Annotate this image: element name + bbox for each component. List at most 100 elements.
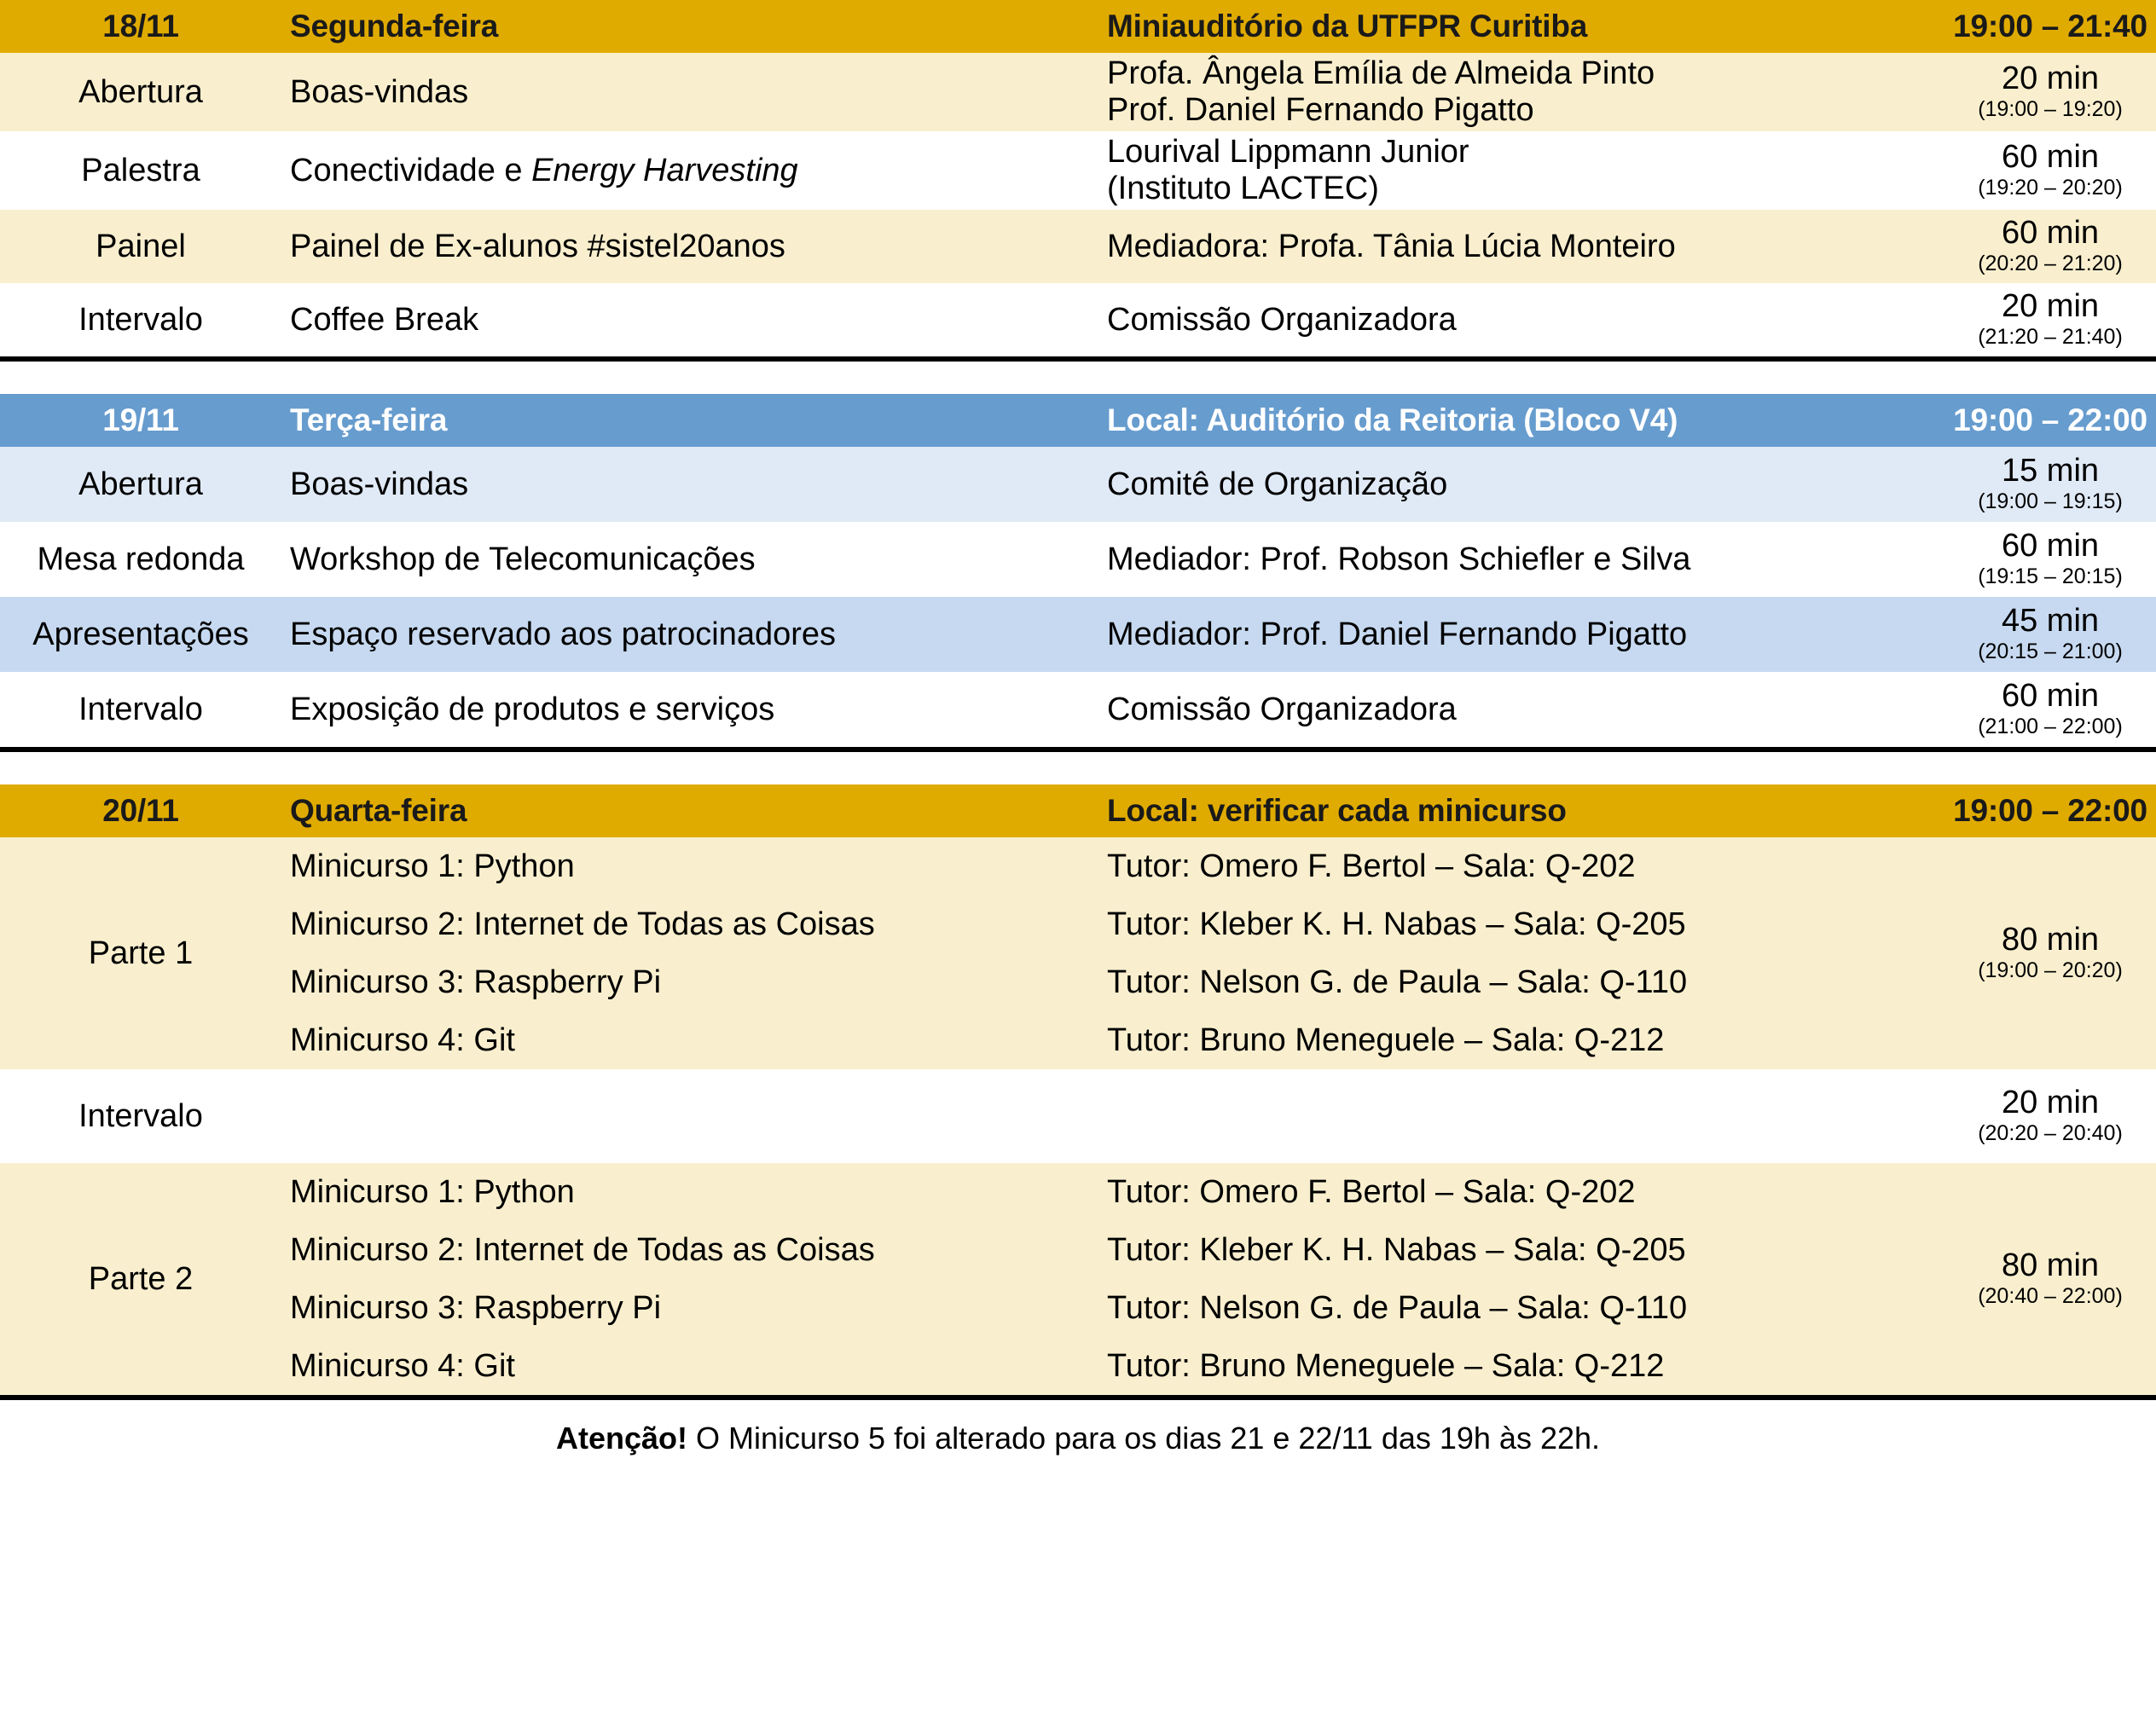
table-row: Palestra Conectividade e Energy Harvesti… <box>0 131 2156 210</box>
table-row: Intervalo 20 min (20:20 – 20:40) <box>0 1069 2156 1163</box>
row-time: 80 min (20:40 – 22:00) <box>1944 1163 2156 1395</box>
table-row: Intervalo Coffee Break Comissão Organiza… <box>0 283 2156 356</box>
table-row: Parte 2 Minicurso 1: Python Minicurso 2:… <box>0 1163 2156 1395</box>
row-type: Abertura <box>0 53 281 131</box>
row-time: 15 min (19:00 – 19:15) <box>1944 447 2156 522</box>
day1-place: Miniauditório da UTFPR Curitiba <box>1100 0 1944 53</box>
course-title: Minicurso 3: Raspberry Pi <box>290 964 662 1000</box>
row-courses-titles: Minicurso 1: Python Minicurso 2: Interne… <box>281 1163 1100 1395</box>
day2-date: 19/11 <box>0 394 281 447</box>
who-line: Prof. Daniel Fernando Pigatto <box>1107 92 1534 128</box>
row-span: (20:40 – 22:00) <box>1978 1283 2123 1308</box>
table-row: Abertura Boas-vindas Profa. Ângela Emíli… <box>0 53 2156 131</box>
row-title <box>281 1069 1100 1163</box>
day2-time: 19:00 – 22:00 <box>1944 394 2156 447</box>
course-tutor: Tutor: Kleber K. H. Nabas – Sala: Q-205 <box>1107 906 1686 942</box>
who-line: Lourival Lippmann Junior <box>1107 134 1469 171</box>
section-gap <box>0 752 2156 784</box>
row-type: Palestra <box>0 131 281 210</box>
day2-header-row: 19/11 Terça-feira Local: Auditório da Re… <box>0 394 2156 447</box>
row-time: 60 min (19:20 – 20:20) <box>1944 131 2156 210</box>
row-who <box>1100 1069 1944 1163</box>
schedule-page: 18/11 Segunda-feira Miniauditório da UTF… <box>0 0 2156 1719</box>
course-title: Minicurso 1: Python <box>290 848 575 884</box>
row-time: 45 min (20:15 – 21:00) <box>1944 597 2156 672</box>
day2-place: Local: Auditório da Reitoria (Bloco V4) <box>1100 394 1944 447</box>
row-title: Painel de Ex-alunos #sistel20anos <box>281 210 1100 283</box>
row-span: (19:15 – 20:15) <box>1978 564 2123 588</box>
row-type: Parte 1 <box>0 837 281 1069</box>
row-title: Conectividade e Energy Harvesting <box>281 131 1100 210</box>
row-span: (20:15 – 21:00) <box>1978 639 2123 663</box>
row-who: Mediador: Prof. Daniel Fernando Pigatto <box>1100 597 1944 672</box>
row-duration: 45 min <box>2001 603 2100 640</box>
table-row: Painel Painel de Ex-alunos #sistel20anos… <box>0 210 2156 283</box>
day3-place: Local: verificar cada minicurso <box>1100 784 1944 837</box>
schedule-table-day3: 20/11 Quarta-feira Local: verificar cada… <box>0 784 2156 1395</box>
row-title: Espaço reservado aos patrocinadores <box>281 597 1100 672</box>
row-duration: 20 min <box>2001 288 2100 325</box>
course-title: Minicurso 4: Git <box>290 1022 515 1058</box>
row-type: Apresentações <box>0 597 281 672</box>
day1-date: 18/11 <box>0 0 281 53</box>
row-courses-titles: Minicurso 1: Python Minicurso 2: Interne… <box>281 837 1100 1069</box>
row-duration: 60 min <box>2001 678 2100 715</box>
attention-note: Atenção! O Minicurso 5 foi alterado para… <box>0 1400 2156 1456</box>
row-who: Comitê de Organização <box>1100 447 1944 522</box>
who-line: Mediadora: Profa. Tânia Lúcia Monteiro <box>1107 228 1676 264</box>
row-span: (19:00 – 19:15) <box>1978 489 2123 513</box>
who-line: Comissão Organizadora <box>1107 691 1457 727</box>
row-courses-tutors: Tutor: Omero F. Bertol – Sala: Q-202 Tut… <box>1100 1163 1944 1395</box>
row-duration: 20 min <box>2001 1085 2100 1121</box>
table-row: Parte 1 Minicurso 1: Python Minicurso 2:… <box>0 837 2156 1069</box>
row-duration: 60 min <box>2001 139 2100 176</box>
row-type: Abertura <box>0 447 281 522</box>
row-type: Intervalo <box>0 672 281 747</box>
row-time: 60 min (20:20 – 21:20) <box>1944 210 2156 283</box>
who-line: Profa. Ângela Emília de Almeida Pinto <box>1107 55 1655 92</box>
day3-header-row: 20/11 Quarta-feira Local: verificar cada… <box>0 784 2156 837</box>
row-type: Painel <box>0 210 281 283</box>
course-title: Minicurso 1: Python <box>290 1174 575 1210</box>
course-tutor: Tutor: Bruno Meneguele – Sala: Q-212 <box>1107 1348 1665 1384</box>
course-tutor: Tutor: Omero F. Bertol – Sala: Q-202 <box>1107 1174 1636 1210</box>
row-span: (21:20 – 21:40) <box>1978 324 2123 349</box>
row-type: Parte 2 <box>0 1163 281 1395</box>
row-title: Boas-vindas <box>281 447 1100 522</box>
schedule-table-day1: 18/11 Segunda-feira Miniauditório da UTF… <box>0 0 2156 356</box>
row-courses-tutors: Tutor: Omero F. Bertol – Sala: Q-202 Tut… <box>1100 837 1944 1069</box>
row-duration: 80 min <box>2001 922 2100 958</box>
row-who: Mediadora: Profa. Tânia Lúcia Monteiro <box>1100 210 1944 283</box>
row-time: 60 min (19:15 – 20:15) <box>1944 522 2156 597</box>
row-title: Coffee Break <box>281 283 1100 356</box>
day3-date: 20/11 <box>0 784 281 837</box>
course-tutor: Tutor: Bruno Meneguele – Sala: Q-212 <box>1107 1022 1665 1058</box>
row-time: 20 min (20:20 – 20:40) <box>1944 1069 2156 1163</box>
who-line: (Instituto LACTEC) <box>1107 171 1379 206</box>
row-who: Profa. Ângela Emília de Almeida Pinto Pr… <box>1100 53 1944 131</box>
course-tutor: Tutor: Nelson G. de Paula – Sala: Q-110 <box>1107 964 1688 1000</box>
row-type: Intervalo <box>0 1069 281 1163</box>
row-time: 20 min (21:20 – 21:40) <box>1944 283 2156 356</box>
who-line: Mediador: Prof. Robson Schiefler e Silva <box>1107 541 1691 577</box>
course-title: Minicurso 4: Git <box>290 1348 515 1384</box>
who-line: Comissão Organizadora <box>1107 301 1457 338</box>
day1-weekday: Segunda-feira <box>281 0 1100 53</box>
row-time: 80 min (19:00 – 20:20) <box>1944 837 2156 1069</box>
course-tutor: Tutor: Nelson G. de Paula – Sala: Q-110 <box>1107 1290 1688 1326</box>
course-title: Minicurso 2: Internet de Todas as Coisas <box>290 1232 875 1268</box>
row-type: Intervalo <box>0 283 281 356</box>
row-span: (20:20 – 20:40) <box>1978 1120 2123 1145</box>
attention-label: Atenção! <box>555 1421 688 1456</box>
row-duration: 80 min <box>2001 1247 2100 1284</box>
section-gap <box>0 362 2156 394</box>
row-title: Workshop de Telecomunicações <box>281 522 1100 597</box>
course-title: Minicurso 3: Raspberry Pi <box>290 1290 662 1326</box>
row-who: Mediador: Prof. Robson Schiefler e Silva <box>1100 522 1944 597</box>
row-duration: 60 min <box>2001 528 2100 564</box>
table-row: Intervalo Exposição de produtos e serviç… <box>0 672 2156 747</box>
who-line: Comitê de Organização <box>1107 466 1448 502</box>
row-span: (21:00 – 22:00) <box>1978 714 2123 738</box>
row-type: Mesa redonda <box>0 522 281 597</box>
day2-weekday: Terça-feira <box>281 394 1100 447</box>
